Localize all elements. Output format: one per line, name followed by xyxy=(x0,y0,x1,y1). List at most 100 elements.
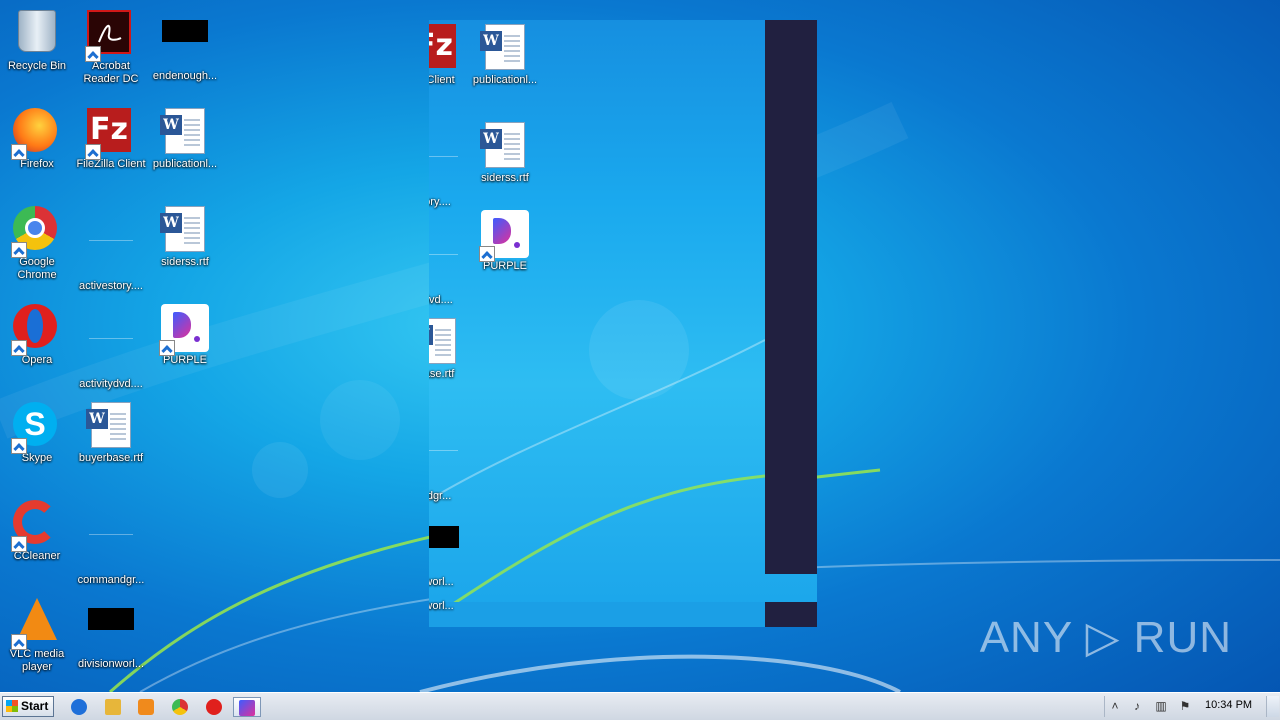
icon-label: a Client xyxy=(429,74,455,86)
show-desktop-button[interactable] xyxy=(1266,696,1279,717)
purple-app-icon xyxy=(239,700,255,716)
anyrun-watermark: ANY ▷ RUN xyxy=(979,613,1232,662)
shortcut-arrow-icon xyxy=(11,536,27,552)
desktop-icon-publication[interactable]: W publicationl... xyxy=(148,102,222,198)
shortcut-arrow-icon xyxy=(479,246,495,262)
desktop-icon-siderss[interactable]: W siderss.rtf xyxy=(148,200,222,296)
shortcut-arrow-icon xyxy=(85,46,101,62)
desktop-icon-divisionworl[interactable]: divisionworl... xyxy=(74,592,148,688)
blank-file-icon xyxy=(89,230,133,241)
desktop-icon-activitydvd[interactable]: activitydvd.... xyxy=(74,298,148,394)
volume-icon[interactable]: ♪ xyxy=(1129,698,1145,714)
word-document-icon: W xyxy=(160,108,205,154)
desktop-icon-chrome[interactable]: Google Chrome xyxy=(0,200,74,296)
word-document-icon: W xyxy=(429,318,456,364)
taskbar-opera[interactable] xyxy=(203,697,225,717)
opera-icon xyxy=(206,699,222,715)
desktop-icon-opera[interactable]: Opera xyxy=(0,298,74,394)
word-document-icon: W xyxy=(480,122,525,168)
icon-label: publicationl... xyxy=(152,158,218,170)
filezilla-icon: Fz xyxy=(429,24,456,68)
desktop-icon-recycle-bin[interactable]: Recycle Bin xyxy=(0,4,74,100)
redacted-file-icon xyxy=(429,526,459,548)
icon-label: VLC media player xyxy=(9,648,65,673)
blank-file-icon xyxy=(429,146,458,157)
desktop-icon-activestory[interactable]: activestory.... xyxy=(74,200,148,296)
action-center-flag-icon[interactable]: ⚑ xyxy=(1177,698,1193,714)
icon-label: activitydvd.... xyxy=(79,378,143,390)
ghost-icon-activitydvd: rdvd.... xyxy=(429,214,473,310)
ghost-icon-buyerbase: W base.rtf xyxy=(429,312,473,408)
redacted-file-icon xyxy=(162,20,208,42)
start-label: Start xyxy=(21,699,49,713)
ghost-dark-panel xyxy=(765,20,817,574)
shortcut-arrow-icon xyxy=(159,340,175,356)
shortcut-arrow-icon xyxy=(11,242,27,258)
taskbar: Start ˄ ♪ ▥ ⚑ 10:34 PM xyxy=(0,692,1280,720)
ghost-strip xyxy=(429,602,765,627)
start-button[interactable]: Start xyxy=(2,696,54,717)
icon-label: tory.... xyxy=(429,196,451,208)
icon-label: endenough... xyxy=(152,70,218,82)
ghost-icon-siderss: W siderss.rtf xyxy=(468,116,542,212)
file-explorer-icon xyxy=(105,699,121,715)
internet-explorer-icon xyxy=(71,699,87,715)
word-document-icon: W xyxy=(480,24,525,70)
icon-label: rdvd.... xyxy=(429,294,453,306)
windows-logo-icon xyxy=(6,700,18,712)
desktop-icon-filezilla[interactable]: Fz FileZilla Client xyxy=(74,102,148,198)
icon-label: nworl... xyxy=(429,600,454,612)
taskbar-internet-explorer[interactable] xyxy=(68,697,90,717)
desktop-icon-buyerbase[interactable]: W buyerbase.rtf xyxy=(74,396,148,492)
redacted-file-icon xyxy=(88,608,134,630)
show-hidden-icons-icon[interactable]: ˄ xyxy=(1107,698,1123,714)
ghost-icon-publication: W publicationl... xyxy=(468,20,542,114)
blank-file-icon xyxy=(429,440,458,451)
shortcut-arrow-icon xyxy=(11,634,27,650)
icon-label: ndgr... xyxy=(429,490,452,502)
chrome-icon xyxy=(172,699,188,715)
ghost-dark-panel-bottom xyxy=(765,602,817,627)
blank-file-icon xyxy=(89,524,133,535)
shortcut-arrow-icon xyxy=(11,438,27,454)
icon-label: divisionworl... xyxy=(77,658,145,670)
media-player-icon xyxy=(138,699,154,715)
system-tray: ˄ ♪ ▥ ⚑ 10:34 PM xyxy=(1104,696,1279,717)
ghost-window-artifact: Fz a Client W publicationl... tory.... W… xyxy=(429,20,817,627)
shortcut-arrow-icon xyxy=(85,144,101,160)
taskbar-chrome[interactable] xyxy=(169,697,191,717)
taskbar-media-player[interactable] xyxy=(135,697,157,717)
taskbar-purple[interactable] xyxy=(233,697,261,717)
desktop-icon-vlc[interactable]: VLC media player xyxy=(0,592,74,688)
desktop-icon-purple[interactable]: PURPLE xyxy=(148,298,222,394)
ghost-icon-activestory: tory.... xyxy=(429,116,473,212)
icon-label: commandgr... xyxy=(77,574,145,586)
icon-label: Recycle Bin xyxy=(7,60,67,72)
icon-label: base.rtf xyxy=(429,368,455,380)
word-document-icon: W xyxy=(160,206,205,252)
taskbar-file-explorer[interactable] xyxy=(102,697,124,717)
ghost-icon-divisionworl-2: nworl... xyxy=(429,554,473,624)
desktop-icon-endenough[interactable]: endenough... xyxy=(148,4,222,100)
icon-label: Acrobat Reader DC xyxy=(83,60,139,85)
word-document-icon: W xyxy=(86,402,131,448)
icon-label: buyerbase.rtf xyxy=(78,452,144,464)
network-icon[interactable]: ▥ xyxy=(1153,698,1169,714)
ghost-icon-purple: PURPLE xyxy=(468,204,542,300)
desktop-icon-ccleaner[interactable]: CCleaner xyxy=(0,494,74,590)
desktop-icon-commandgr[interactable]: commandgr... xyxy=(74,494,148,590)
ghost-icon-commandgr: ndgr... xyxy=(429,410,473,506)
icon-label: activestory.... xyxy=(79,280,143,292)
shortcut-arrow-icon xyxy=(11,340,27,356)
recycle-bin-icon xyxy=(18,10,56,52)
blank-file-icon xyxy=(429,244,458,255)
blank-file-icon xyxy=(89,328,133,339)
icon-label: publicationl... xyxy=(472,74,538,86)
desktop-icon-acrobat[interactable]: Acrobat Reader DC xyxy=(74,4,148,100)
desktop-icon-skype[interactable]: S Skype xyxy=(0,396,74,492)
shortcut-arrow-icon xyxy=(11,144,27,160)
desktop-icon-firefox[interactable]: Firefox xyxy=(0,102,74,198)
ghost-icon-filezilla: Fz a Client xyxy=(429,20,473,114)
icon-label: Google Chrome xyxy=(17,256,57,281)
clock[interactable]: 10:34 PM xyxy=(1205,699,1252,711)
